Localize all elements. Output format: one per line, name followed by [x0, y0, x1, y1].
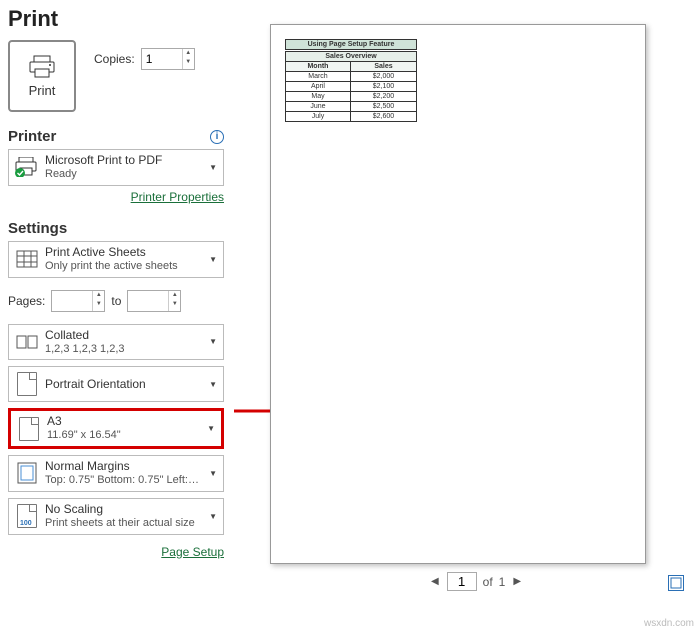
- print-button-label: Print: [29, 83, 56, 98]
- next-page-button[interactable]: ▶: [511, 574, 523, 589]
- chevron-down-icon: ▼: [209, 337, 217, 346]
- margins-select[interactable]: Normal Margins Top: 0.75" Bottom: 0.75" …: [8, 455, 224, 492]
- print-scope-select[interactable]: Print Active Sheets Only print the activ…: [8, 241, 224, 278]
- scaling-icon: 100: [15, 504, 39, 528]
- sheets-icon: [15, 247, 39, 271]
- printer-status: Ready: [45, 168, 205, 182]
- watermark: wsxdn.com: [644, 618, 694, 629]
- printer-name: Microsoft Print to PDF: [45, 153, 205, 168]
- margins-sub: Top: 0.75" Bottom: 0.75" Left:…: [45, 474, 205, 488]
- printer-heading: Printer: [8, 128, 56, 145]
- collate-select[interactable]: Collated 1,2,3 1,2,3 1,2,3 ▼: [8, 324, 224, 361]
- info-icon[interactable]: i: [210, 130, 224, 144]
- margins-icon: [15, 461, 39, 485]
- pages-to-spinner[interactable]: ▲▼: [127, 290, 181, 312]
- print-preview-page: Using Page Setup Feature Sales Overview …: [270, 24, 646, 564]
- printer-properties-link[interactable]: Printer Properties: [8, 190, 224, 204]
- copies-input[interactable]: [142, 50, 182, 68]
- paper-main: A3: [47, 414, 203, 429]
- pages-to-input[interactable]: [128, 292, 168, 310]
- copies-label: Copies:: [94, 52, 135, 66]
- chevron-down-icon: ▼: [209, 380, 217, 389]
- margins-main: Normal Margins: [45, 459, 205, 474]
- orientation-select[interactable]: Portrait Orientation ▼: [8, 366, 224, 402]
- collate-sub: 1,2,3 1,2,3 1,2,3: [45, 343, 205, 357]
- pages-label: Pages:: [8, 294, 45, 308]
- pages-from-spinner[interactable]: ▲▼: [51, 290, 105, 312]
- chevron-down-icon: ▼: [209, 469, 217, 478]
- page-title: Print: [8, 6, 224, 32]
- spinner-arrows[interactable]: ▲▼: [168, 291, 180, 311]
- printer-icon: [28, 55, 56, 79]
- scope-main: Print Active Sheets: [45, 245, 205, 260]
- zoom-to-page-button[interactable]: [668, 575, 684, 591]
- pager-of-label: of: [483, 575, 493, 589]
- scaling-select[interactable]: 100 No Scaling Print sheets at their act…: [8, 498, 224, 535]
- page-number-input[interactable]: [447, 572, 477, 591]
- chevron-down-icon: ▼: [209, 255, 217, 264]
- chevron-down-icon: ▼: [209, 163, 217, 172]
- scope-sub: Only print the active sheets: [45, 260, 205, 274]
- print-button[interactable]: Print: [8, 40, 76, 112]
- chevron-down-icon: ▼: [207, 424, 215, 433]
- copies-spinner[interactable]: ▲▼: [141, 48, 195, 70]
- preview-table: Using Page Setup Feature Sales Overview …: [285, 39, 417, 122]
- prev-page-button[interactable]: ◀: [429, 574, 441, 589]
- paper-size-select[interactable]: A3 11.69" x 16.54" ▼: [8, 408, 224, 449]
- collate-main: Collated: [45, 328, 205, 343]
- paper-sub: 11.69" x 16.54": [47, 429, 203, 443]
- pages-to-label: to: [111, 294, 121, 308]
- portrait-icon: [15, 372, 39, 396]
- spinner-arrows[interactable]: ▲▼: [182, 49, 194, 69]
- printer-ready-icon: [15, 155, 39, 179]
- spinner-arrows[interactable]: ▲▼: [92, 291, 104, 311]
- orientation-main: Portrait Orientation: [45, 377, 205, 392]
- printer-select[interactable]: Microsoft Print to PDF Ready ▼: [8, 149, 224, 186]
- page-icon: [17, 417, 41, 441]
- pager-total: 1: [499, 575, 506, 589]
- page-setup-link[interactable]: Page Setup: [8, 545, 224, 559]
- chevron-down-icon: ▼: [209, 512, 217, 521]
- settings-heading: Settings: [8, 220, 67, 237]
- collate-icon: [15, 330, 39, 354]
- pages-from-input[interactable]: [52, 292, 92, 310]
- scaling-main: No Scaling: [45, 502, 205, 517]
- scaling-sub: Print sheets at their actual size: [45, 517, 205, 531]
